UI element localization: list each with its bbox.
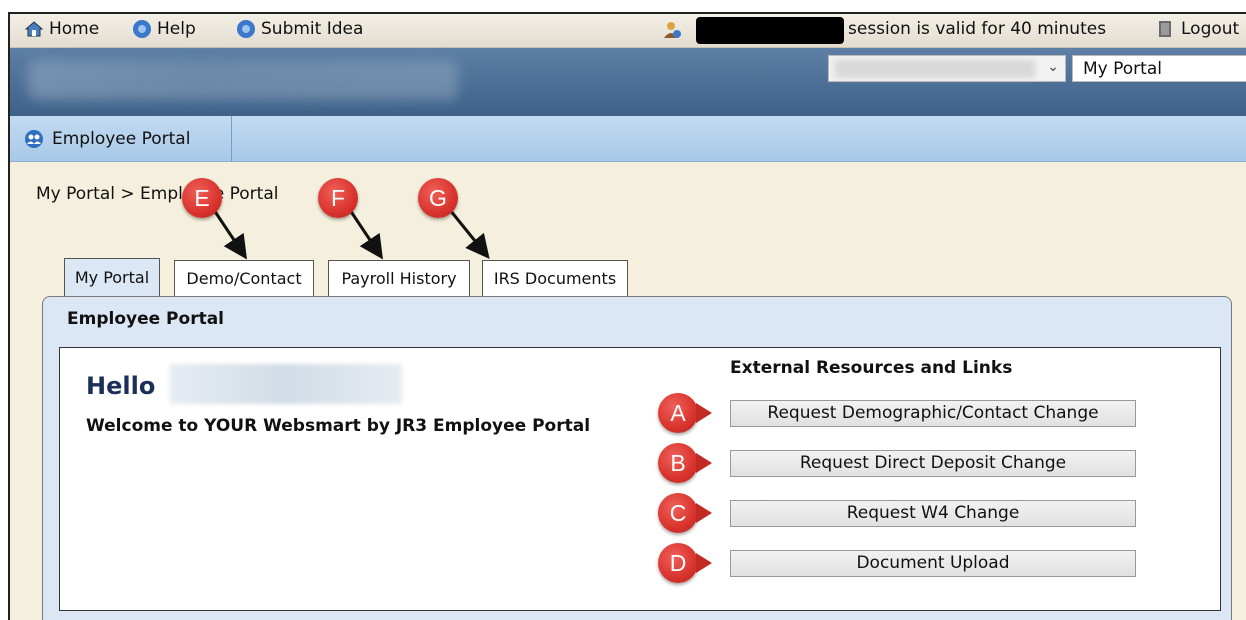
browser-frame: Home Help Submit Idea session is valid f… xyxy=(8,12,1246,620)
callout-b: B xyxy=(658,443,712,483)
callout-e: E xyxy=(182,178,222,218)
callout-c: C xyxy=(658,493,712,533)
arrow-f xyxy=(348,209,383,260)
callout-a: A xyxy=(658,393,712,433)
arrow-g xyxy=(448,209,490,259)
callout-g: G xyxy=(418,178,458,218)
arrow-e xyxy=(212,209,247,260)
callout-d: D xyxy=(658,543,712,583)
callout-f: F xyxy=(318,178,358,218)
callout-arrows xyxy=(212,209,490,260)
